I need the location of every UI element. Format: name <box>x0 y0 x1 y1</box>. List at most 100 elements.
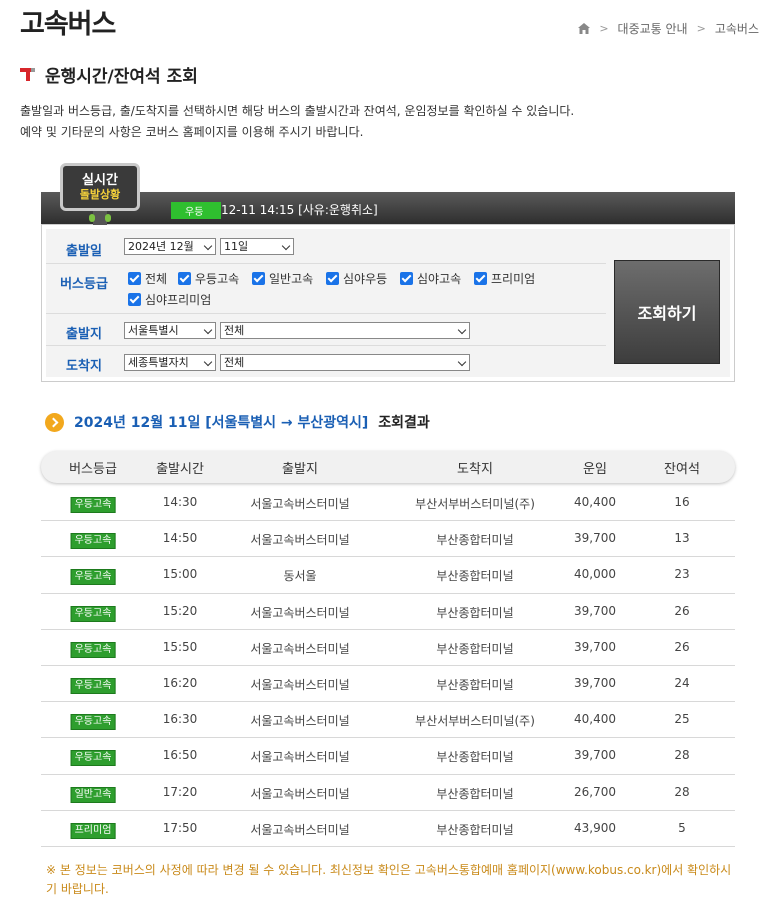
realtime-badge-line2: 돌발상황 <box>79 187 121 201</box>
grade-checkbox-night-premium-plus[interactable]: 심야프리미엄 <box>128 291 211 308</box>
remaining-seats: 26 <box>674 639 690 654</box>
section-mark-icon <box>20 67 36 82</box>
dest-terminal-value: 전체 <box>224 356 245 369</box>
dropdown-arrow-icon <box>203 241 213 251</box>
origin-terminal: 서울고속버스터미널 <box>250 822 350 837</box>
grade-badge: 우등고속 <box>70 677 116 694</box>
destination-terminal: 부산종합터미널 <box>436 533 514 548</box>
departure-time: 14:50 <box>162 531 198 546</box>
chevron-circle-icon <box>45 412 64 432</box>
table-row[interactable]: 우등고속 16:20 서울고속버스터미널 부산종합터미널 39,700 24 <box>41 666 735 703</box>
remaining-seats: 28 <box>674 784 690 799</box>
realtime-badge-line1: 실시간 <box>82 172 118 188</box>
search-button[interactable]: 조회하기 <box>614 260 720 364</box>
table-row[interactable]: 우등고속 15:20 서울고속버스터미널 부산종합터미널 39,700 26 <box>41 594 735 630</box>
grade-option-label: 심야프리미엄 <box>145 293 212 307</box>
fare: 40,400 <box>574 495 616 509</box>
breadcrumb: > 대중교통 안내 > 고속버스 <box>578 20 759 37</box>
origin-label: 출발지 <box>66 327 102 342</box>
origin-terminal-select[interactable]: 전체 <box>220 322 470 339</box>
remaining-seats: 5 <box>678 820 686 835</box>
table-header: 버스등급 출발시간 출발지 도착지 운임 잔여석 <box>41 451 735 483</box>
year-month-select[interactable]: 2024년 12월 <box>124 238 216 255</box>
grade-badge: 우등고속 <box>70 641 116 658</box>
column-header-grade: 버스등급 <box>69 462 117 477</box>
realtime-message[interactable]: 12-11 14:15 [사유:운행취소] <box>221 201 378 218</box>
grade-checkbox-regular-express[interactable]: 일반고속 <box>252 270 313 287</box>
grade-checkbox-premium[interactable]: 프리미엄 <box>474 270 535 287</box>
dest-label: 도착지 <box>66 359 102 374</box>
origin-terminal: 서울고속버스터미널 <box>250 605 350 620</box>
dropdown-arrow-icon <box>457 357 467 367</box>
footnote-notice: ※ 본 정보는 코버스의 사정에 따라 변경 될 수 있습니다. 최신정보 확인… <box>46 863 732 896</box>
origin-row: 출발지 서울특별시 전체 <box>46 314 606 346</box>
dropdown-arrow-icon <box>203 325 213 335</box>
grade-badge: 우등고속 <box>70 750 116 767</box>
grade-badge: 일반고속 <box>70 786 116 803</box>
destination-terminal: 부산서부버스터미널(주) <box>415 714 535 729</box>
checkbox-checked-icon <box>400 272 413 285</box>
column-header-origin: 출발지 <box>282 462 318 477</box>
grade-option-label: 심야우등 <box>343 272 388 286</box>
result-title: 2024년 12월 11일 [서울특별시 → 부산광역시] <box>74 415 369 431</box>
chevron-right-icon: > <box>599 22 609 35</box>
date-label: 출발일 <box>66 244 102 259</box>
breadcrumb-item-current[interactable]: 고속버스 <box>715 20 759 37</box>
origin-terminal-value: 전체 <box>224 324 245 337</box>
realtime-badge: 실시간 돌발상황 <box>60 163 140 211</box>
departure-time: 16:50 <box>162 748 198 763</box>
origin-terminal: 서울고속버스터미널 <box>250 641 350 656</box>
origin-region-select[interactable]: 서울특별시 <box>124 322 216 339</box>
remaining-seats: 23 <box>674 567 690 582</box>
fare: 40,000 <box>574 567 616 582</box>
realtime-bar: 우등 12-11 14:15 [사유:운행취소] <box>41 192 735 224</box>
grade-badge: 우등고속 <box>70 497 116 513</box>
grade-option-label: 우등고속 <box>195 272 240 286</box>
destination-terminal: 부산종합터미널 <box>436 641 514 656</box>
remaining-seats: 25 <box>674 712 690 727</box>
dest-region-select[interactable]: 세종특별자치 <box>124 354 216 371</box>
grade-option-label: 일반고속 <box>269 272 314 286</box>
breadcrumb-item[interactable]: 대중교통 안내 <box>618 20 688 37</box>
fare: 26,700 <box>574 784 616 799</box>
grade-checkbox-night-premium[interactable]: 심야우등 <box>326 270 387 287</box>
departure-time: 16:20 <box>162 675 198 690</box>
result-table: 우등고속 14:30 서울고속버스터미널 부산서부버스터미널(주) 40,400 16 우… <box>41 485 735 847</box>
section-title-text: 운행시간/잔여석 조회 <box>45 67 198 87</box>
dest-terminal-select[interactable]: 전체 <box>220 354 470 371</box>
table-row[interactable]: 프리미엄 17:50 서울고속버스터미널 부산종합터미널 43,900 5 <box>41 811 735 847</box>
table-row[interactable]: 우등고속 15:50 서울고속버스터미널 부산종합터미널 39,700 26 <box>41 630 735 666</box>
checkbox-checked-icon <box>128 272 141 285</box>
date-row: 출발일 2024년 12월 11일 <box>46 229 606 264</box>
table-row[interactable]: 우등고속 15:00 동서울 부산종합터미널 40,000 23 <box>41 557 735 594</box>
table-row[interactable]: 일반고속 17:20 서울고속버스터미널 부산종합터미널 26,700 28 <box>41 775 735 811</box>
grade-option-label: 프리미엄 <box>491 272 536 286</box>
description: 출발일과 버스등급, 출/도착지를 선택하시면 해당 버스의 출발시간과 잔여석… <box>20 101 574 143</box>
section-title: 운행시간/잔여석 조회 <box>20 62 198 87</box>
realtime-grade-tag: 우등 <box>171 202 222 219</box>
departure-time: 15:00 <box>162 567 198 582</box>
origin-terminal: 서울고속버스터미널 <box>250 533 350 548</box>
table-row[interactable]: 우등고속 16:30 서울고속버스터미널 부산서부버스터미널(주) 40,400 25 <box>41 702 735 739</box>
departure-time: 17:50 <box>162 820 198 835</box>
departure-time: 17:20 <box>162 784 198 799</box>
remaining-seats: 13 <box>674 531 690 546</box>
fare: 39,700 <box>574 603 616 618</box>
destination-terminal: 부산종합터미널 <box>436 605 514 620</box>
grade-badge: 우등고속 <box>70 569 116 586</box>
home-icon[interactable] <box>578 23 591 34</box>
fare: 39,700 <box>574 531 616 546</box>
table-row[interactable]: 우등고속 14:50 서울고속버스터미널 부산종합터미널 39,700 13 <box>41 521 735 558</box>
grade-badge: 우등고속 <box>70 533 116 550</box>
table-row[interactable]: 우등고속 16:50 서울고속버스터미널 부산종합터미널 39,700 28 <box>41 738 735 775</box>
origin-terminal: 서울고속버스터미널 <box>250 677 350 692</box>
checkbox-checked-icon <box>252 272 265 285</box>
day-select[interactable]: 11일 <box>220 238 294 255</box>
grade-checkbox-premium-express[interactable]: 우등고속 <box>178 270 239 287</box>
page-title: 고속버스 <box>20 9 116 40</box>
grade-checkbox-all[interactable]: 전체 <box>128 270 167 287</box>
remaining-seats: 16 <box>674 495 690 509</box>
table-row[interactable]: 우등고속 14:30 서울고속버스터미널 부산서부버스터미널(주) 40,400 16 <box>41 485 735 522</box>
realtime-sign-post-icon <box>89 211 111 225</box>
grade-checkbox-night-express[interactable]: 심야고속 <box>400 270 461 287</box>
